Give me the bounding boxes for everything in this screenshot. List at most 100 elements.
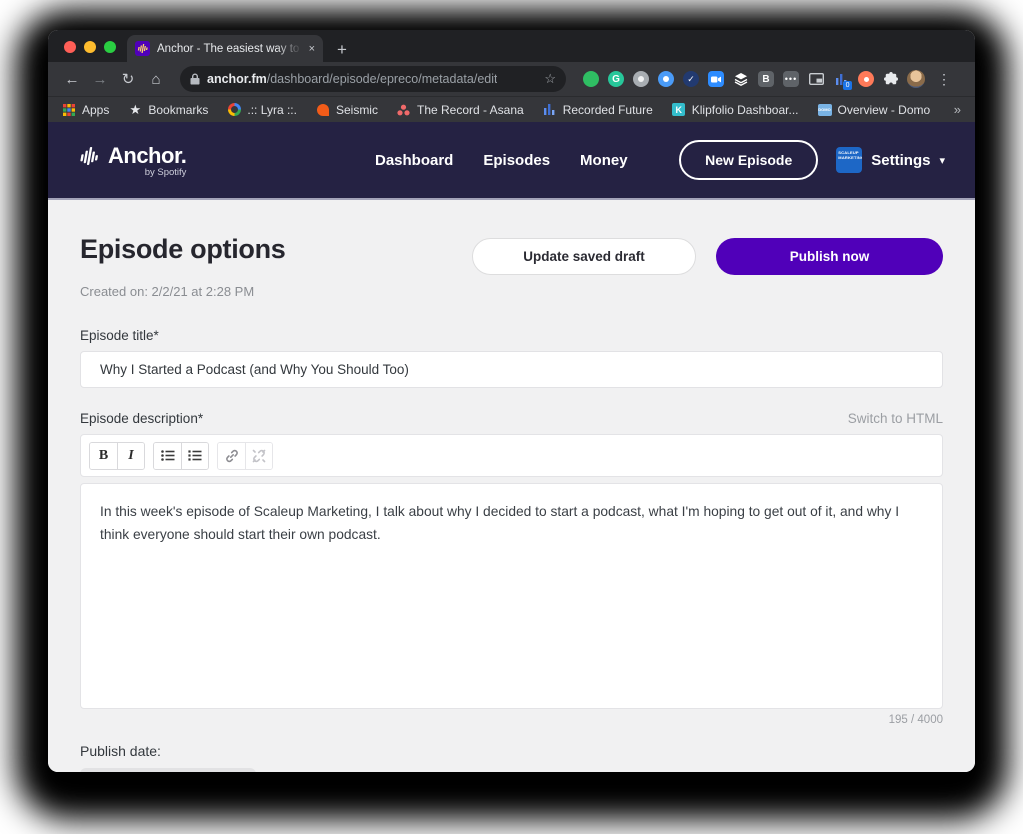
tab-title: Anchor - The easiest way to ma	[157, 42, 302, 55]
evernote-extension-icon[interactable]	[582, 70, 600, 88]
bookmark-recorded-future[interactable]: Recorded Future	[543, 103, 653, 117]
browser-toolbar: ← → ↻ ⌂ anchor.fm /dashboard/episode/epr…	[48, 62, 975, 96]
bitwarden-extension-icon[interactable]: B	[757, 70, 775, 88]
url-bar[interactable]: anchor.fm /dashboard/episode/epreco/meta…	[180, 66, 566, 92]
new-tab-button[interactable]: +	[337, 41, 347, 58]
bookmark-label: Seismic	[335, 102, 378, 117]
bookmark-label: Recorded Future	[562, 102, 653, 117]
google-icon	[227, 103, 241, 117]
bookmark-lyra[interactable]: .:: Lyra ::.	[227, 103, 297, 117]
publish-date-dropdown[interactable]	[80, 768, 256, 772]
browser-tab[interactable]: Anchor - The easiest way to ma ×	[127, 35, 323, 62]
bookmark-label: .:: Lyra ::.	[247, 102, 297, 117]
bookmark-label: The Record - Asana	[416, 102, 524, 117]
more-tools-extension-icon[interactable]: •••	[782, 70, 800, 88]
extension-badge: 0	[843, 81, 852, 90]
chrome-menu-icon[interactable]: ⋮	[937, 71, 951, 88]
hubspot-extension-icon[interactable]	[857, 70, 875, 88]
anchor-favicon-icon	[135, 41, 150, 56]
lock-icon	[190, 73, 200, 85]
publish-now-button[interactable]: Publish now	[716, 238, 943, 275]
episode-title-label: Episode title*	[80, 328, 159, 343]
bookmark-apps[interactable]: Apps	[62, 103, 109, 117]
nav-episodes[interactable]: Episodes	[483, 152, 550, 169]
bold-icon: B	[98, 447, 109, 463]
recorded-future-icon	[543, 103, 557, 117]
list-group	[153, 441, 209, 470]
extensions-row: G ✓ B ••• 0	[582, 70, 925, 90]
nav-dashboard[interactable]: Dashboard	[375, 152, 453, 169]
numbered-list-button[interactable]	[181, 442, 208, 469]
bookmark-label: Overview - Domo	[837, 102, 931, 117]
pin-extension-icon[interactable]	[632, 70, 650, 88]
bookmark-label: Klipfolio Dashboar...	[691, 102, 799, 117]
page-title: Episode options	[80, 234, 286, 264]
bookmarks-overflow-chevron[interactable]: »	[954, 102, 961, 117]
url-domain: anchor.fm	[207, 72, 267, 86]
zoom-extension-icon[interactable]	[707, 70, 725, 88]
bookmark-star-icon[interactable]: ☆	[544, 71, 556, 87]
bullet-list-button[interactable]	[154, 442, 181, 469]
insert-link-button[interactable]	[218, 442, 245, 469]
bookmark-domo[interactable]: DOMO Overview - Domo	[817, 102, 931, 117]
text-style-group: B I	[89, 441, 145, 470]
nav-money[interactable]: Money	[580, 152, 628, 169]
blue-pin-extension-icon[interactable]	[657, 70, 675, 88]
traffic-lights	[64, 41, 116, 53]
bookmarks-bar: Apps ★ Bookmarks .:: Lyra ::. Seismic Th…	[48, 96, 975, 122]
bookmark-seismic[interactable]: Seismic	[316, 103, 378, 117]
numbered-list-icon	[188, 450, 202, 461]
reload-icon[interactable]: ↻	[116, 70, 140, 88]
cover-text: MARKETING	[838, 155, 863, 161]
switch-to-html-link[interactable]: Switch to HTML	[848, 411, 943, 426]
remove-link-button[interactable]	[245, 442, 272, 469]
asana-icon	[397, 103, 411, 117]
klipfolio-icon: K	[672, 103, 686, 117]
by-spotify-tagline: by Spotify	[144, 166, 187, 178]
close-window-button[interactable]	[64, 41, 76, 53]
new-episode-button[interactable]: New Episode	[679, 140, 819, 180]
anchor-waveform-icon	[78, 146, 102, 165]
tab-close-icon[interactable]: ×	[309, 43, 315, 55]
profile-avatar[interactable]	[907, 70, 925, 88]
fullscreen-window-button[interactable]	[104, 41, 116, 53]
anchor-site-header: Anchor. by Spotify Dashboard Episodes Mo…	[48, 122, 975, 200]
checkmark-extension-icon[interactable]: ✓	[682, 70, 700, 88]
layers-extension-icon[interactable]	[732, 70, 750, 88]
episode-description-input[interactable]: In this week's episode of Scaleup Market…	[80, 483, 943, 709]
seismic-icon	[316, 103, 330, 117]
url-path: /dashboard/episode/epreco/metadata/edit	[266, 72, 498, 86]
picture-in-picture-icon[interactable]	[807, 70, 825, 88]
bookmark-label: Bookmarks	[148, 102, 209, 117]
podcast-cover-avatar: SCALEUP MARKETING	[836, 147, 863, 173]
episode-options-page: Episode options Update saved draft Publi…	[48, 200, 975, 772]
bookmark-asana[interactable]: The Record - Asana	[397, 103, 524, 117]
episode-title-input[interactable]	[80, 351, 943, 388]
minimize-window-button[interactable]	[84, 41, 96, 53]
anchor-logo[interactable]: Anchor. by Spotify	[78, 142, 187, 178]
episode-description-label: Episode description*	[80, 411, 204, 426]
home-icon[interactable]: ⌂	[144, 71, 168, 88]
back-icon[interactable]: ←	[60, 71, 84, 88]
extensions-puzzle-icon[interactable]	[882, 70, 900, 88]
grammarly-extension-icon[interactable]: G	[607, 70, 625, 88]
apps-grid-icon	[62, 103, 76, 117]
bookmark-klipfolio[interactable]: K Klipfolio Dashboar...	[672, 103, 799, 117]
recorded-future-extension-icon[interactable]: 0	[832, 70, 852, 90]
update-saved-draft-button[interactable]: Update saved draft	[472, 238, 696, 275]
italic-icon: I	[128, 447, 134, 463]
anchor-logo-text: Anchor.	[108, 142, 187, 168]
publish-date-label: Publish date:	[80, 743, 161, 759]
bold-button[interactable]: B	[90, 442, 117, 469]
browser-window: Anchor - The easiest way to ma × + ← → ↻…	[48, 30, 975, 772]
star-icon: ★	[129, 101, 142, 117]
forward-icon[interactable]: →	[88, 71, 112, 88]
bookmark-bookmarks[interactable]: ★ Bookmarks	[128, 101, 209, 117]
created-timestamp: Created on: 2/2/21 at 2:28 PM	[80, 284, 255, 299]
settings-label: Settings	[871, 151, 931, 169]
unlink-icon	[252, 449, 266, 462]
italic-button[interactable]: I	[117, 442, 144, 469]
tab-strip: Anchor - The easiest way to ma × +	[48, 30, 975, 62]
settings-menu[interactable]: SCALEUP MARKETING Settings ▾	[836, 147, 945, 173]
description-editor-toolbar: B I	[80, 434, 943, 477]
